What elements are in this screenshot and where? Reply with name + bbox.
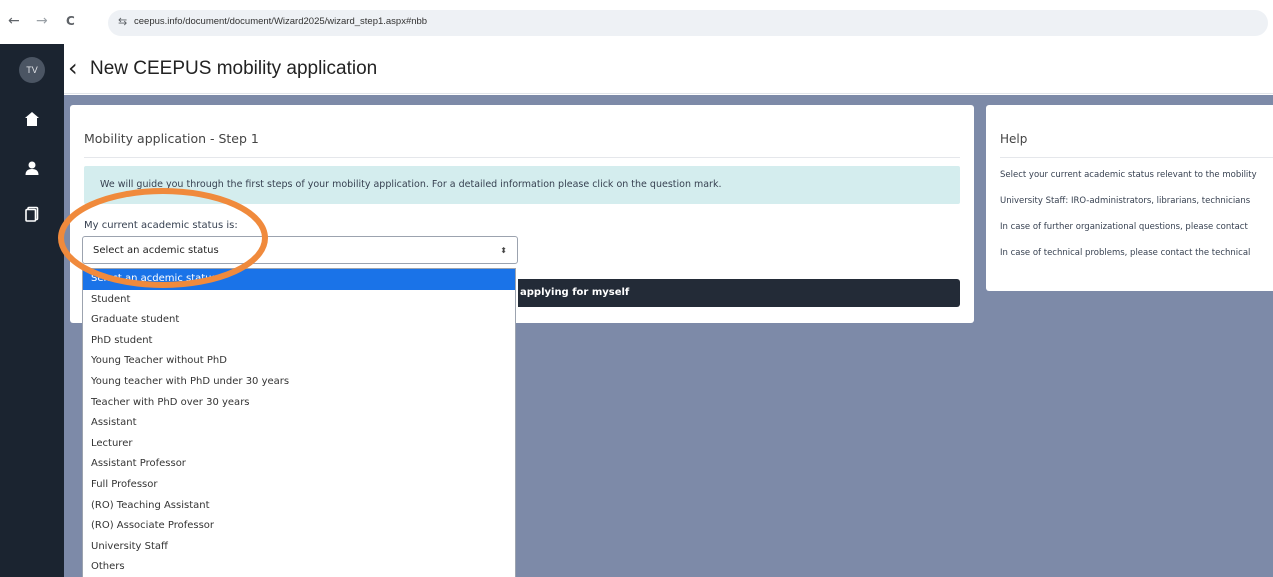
help-title: Help (1000, 132, 1028, 146)
browser-toolbar: ← → C ⇆ ceepus.info/document/document/Wi… (0, 0, 1273, 44)
page-title: New CEEPUS mobility application (90, 58, 378, 79)
help-text-line: In case of technical problems, please co… (1000, 248, 1251, 258)
home-icon[interactable] (24, 111, 40, 127)
help-text-line: University Staff: IRO-administrators, li… (1000, 196, 1251, 206)
option-item[interactable]: Others (83, 557, 515, 577)
document-icon[interactable] (24, 206, 40, 222)
step-card-title: Mobility application - Step 1 (84, 131, 259, 146)
option-item[interactable]: Full Professor (83, 475, 515, 496)
option-item[interactable]: Young teacher with PhD under 30 years (83, 372, 515, 393)
apply-for-myself-button[interactable]: applying for myself (518, 279, 960, 307)
user-icon[interactable] (24, 160, 40, 176)
option-item[interactable]: Assistant Professor (83, 454, 515, 475)
site-info-icon[interactable]: ⇆ (118, 16, 127, 28)
back-arrow-icon[interactable]: ← (8, 14, 20, 28)
page-header: ‹ New CEEPUS mobility application (64, 44, 1273, 94)
highlight-annotation (58, 188, 268, 288)
divider (84, 157, 960, 158)
academic-status-options: Select an acdemic status Student Graduat… (82, 268, 516, 577)
option-item[interactable]: (RO) Teaching Assistant (83, 496, 515, 517)
apply-button-label: applying for myself (520, 287, 630, 298)
option-item[interactable]: PhD student (83, 331, 515, 352)
option-item[interactable]: Graduate student (83, 310, 515, 331)
option-item[interactable]: Student (83, 290, 515, 311)
url-text[interactable]: ceepus.info/document/document/Wizard2025… (134, 16, 427, 28)
back-chevron-icon[interactable]: ‹ (68, 54, 78, 82)
option-item[interactable]: (RO) Associate Professor (83, 516, 515, 537)
help-text-line: Select your current academic status rele… (1000, 170, 1257, 180)
avatar[interactable]: TV (19, 57, 45, 83)
reload-icon[interactable]: C (66, 14, 75, 28)
select-arrows-icon: ⬍ (500, 246, 507, 255)
option-item[interactable]: University Staff (83, 537, 515, 558)
sidebar: TV (0, 44, 64, 577)
option-item[interactable]: Teacher with PhD over 30 years (83, 393, 515, 414)
help-card: Help Select your current academic status… (986, 105, 1273, 291)
divider (1000, 157, 1273, 158)
option-item[interactable]: Assistant (83, 413, 515, 434)
option-item[interactable]: Lecturer (83, 434, 515, 455)
option-item[interactable]: Young Teacher without PhD (83, 351, 515, 372)
forward-arrow-icon[interactable]: → (36, 14, 48, 28)
help-text-line: In case of further organizational questi… (1000, 222, 1248, 232)
